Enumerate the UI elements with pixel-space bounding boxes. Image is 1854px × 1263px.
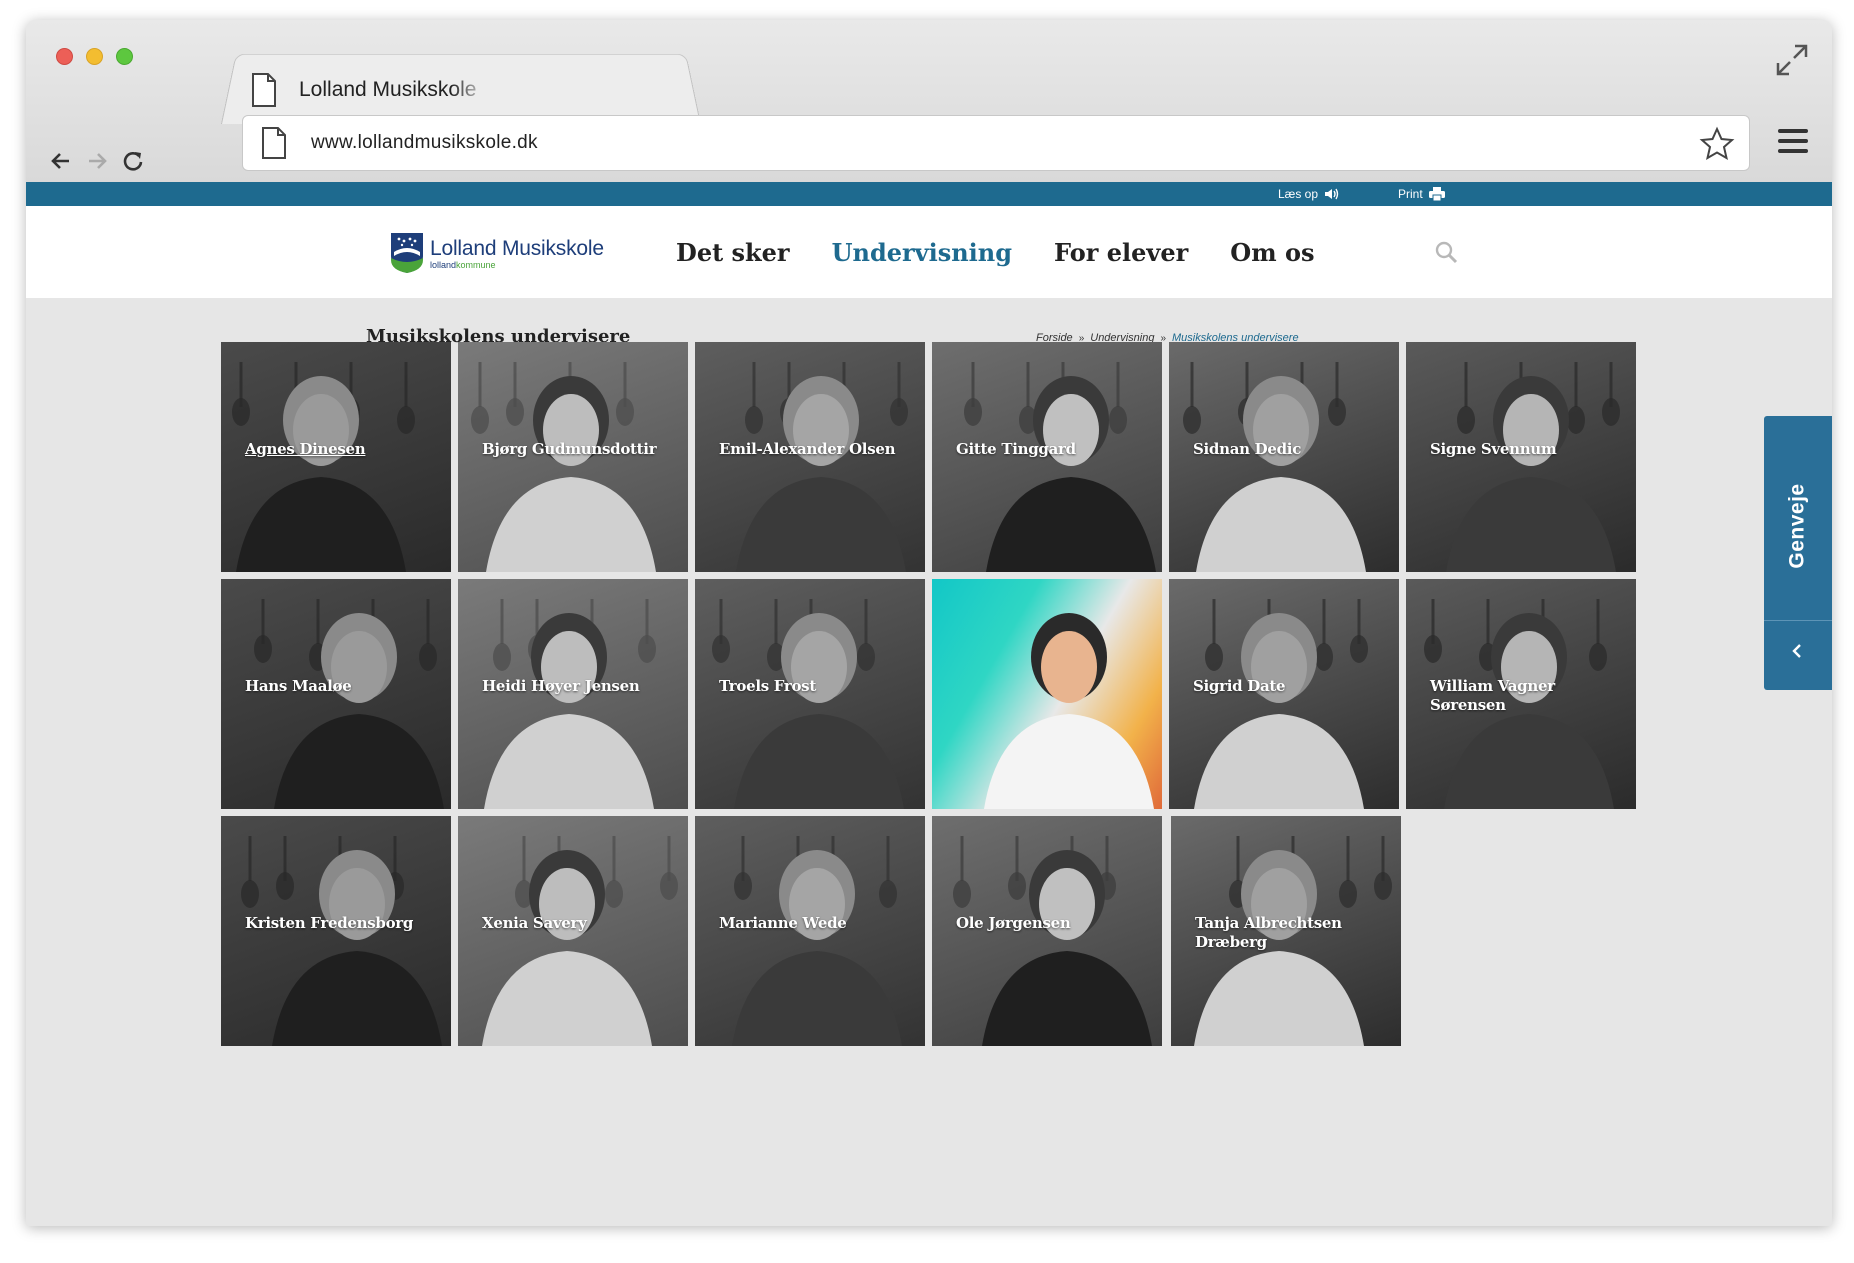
teacher-name[interactable]: Bjørg Gudmunsdottir bbox=[482, 440, 682, 459]
teacher-name[interactable]: Gitte Tinggard bbox=[956, 440, 1156, 459]
logo-sub-suffix: kommune bbox=[456, 259, 496, 270]
browser-chrome: Lolland Musikskole www.lollandmusikskole… bbox=[26, 20, 1832, 182]
teacher-name[interactable]: Sigrid Date bbox=[1193, 677, 1393, 696]
nav-item-undervisning[interactable]: Undervisning bbox=[832, 238, 1012, 267]
nav-item-det-sker[interactable]: Det sker bbox=[676, 238, 790, 267]
print-link[interactable]: Print bbox=[1398, 182, 1445, 206]
teacher-photo bbox=[984, 613, 1154, 809]
read-aloud-label: Læs op bbox=[1278, 187, 1319, 201]
teacher-card[interactable]: Hans Maaløe bbox=[221, 579, 451, 809]
teacher-name[interactable]: Agnes Dinesen bbox=[245, 440, 445, 459]
read-aloud-link[interactable]: Læs op bbox=[1278, 182, 1340, 206]
forward-button[interactable] bbox=[84, 148, 110, 174]
website: Læs op Print Lolland Musikskole lollandk… bbox=[26, 182, 1832, 1226]
teacher-name[interactable]: Tanja Albrechtsen Dræberg bbox=[1195, 914, 1395, 952]
teacher-card[interactable]: Agnes Dinesen bbox=[221, 342, 451, 572]
star-icon[interactable] bbox=[1699, 126, 1735, 162]
back-button[interactable] bbox=[48, 148, 74, 174]
teacher-card[interactable]: Kristen Fredensborg bbox=[221, 816, 451, 1046]
shortcuts-label-wrap: Genveje bbox=[1764, 456, 1832, 596]
reload-button[interactable] bbox=[120, 148, 146, 174]
teacher-name[interactable]: Sidnan Dedic bbox=[1193, 440, 1393, 459]
address-bar[interactable]: www.lollandmusikskole.dk bbox=[242, 115, 1750, 171]
teacher-card[interactable]: Sidnan Dedic bbox=[1169, 342, 1399, 572]
teacher-name[interactable]: Kristen Fredensborg bbox=[245, 914, 445, 933]
close-window-button[interactable] bbox=[56, 48, 73, 65]
tab-title: Lolland Musikskole bbox=[299, 78, 477, 101]
url-text: www.lollandmusikskole.dk bbox=[311, 132, 538, 153]
teacher-card[interactable]: Marianne Wede bbox=[695, 816, 925, 1046]
print-label: Print bbox=[1398, 187, 1423, 201]
shortcuts-label: Genveje bbox=[1786, 483, 1809, 569]
chevron-left-icon[interactable] bbox=[1790, 642, 1804, 660]
teacher-card[interactable]: Gitte Tinggard bbox=[932, 342, 1162, 572]
logo-sub-prefix: lolland bbox=[430, 259, 457, 270]
teacher-name[interactable]: Troels Frost bbox=[719, 677, 919, 696]
minimize-window-button[interactable] bbox=[86, 48, 103, 65]
back-arrow-icon bbox=[51, 153, 69, 169]
nav-item-for-elever[interactable]: For elever bbox=[1054, 238, 1188, 267]
main-navigation: Det sker Undervisning For elever Om os bbox=[676, 206, 1356, 298]
browser-tab-content: Lolland Musikskole bbox=[251, 60, 489, 120]
reload-icon bbox=[123, 152, 143, 171]
shortcuts-divider bbox=[1764, 620, 1832, 621]
teacher-card[interactable]: Emil-Alexander Olsen bbox=[695, 342, 925, 572]
document-icon bbox=[262, 127, 286, 159]
teacher-card[interactable]: Troels Frost bbox=[695, 579, 925, 809]
logo-shield-icon bbox=[391, 233, 423, 273]
teacher-name[interactable]: Ole Jørgensen bbox=[956, 914, 1156, 933]
teacher-card[interactable]: William Vagner Sørensen bbox=[1406, 579, 1636, 809]
document-icon bbox=[252, 73, 276, 107]
teacher-card[interactable]: Xenia Savery bbox=[458, 816, 688, 1046]
teacher-card[interactable]: Signe Svennum bbox=[1406, 342, 1636, 572]
browser-window: Lolland Musikskole www.lollandmusikskole… bbox=[26, 20, 1832, 1226]
teacher-card[interactable]: Ole Jørgensen bbox=[932, 816, 1162, 1046]
utility-bar: Læs op Print bbox=[26, 182, 1832, 206]
hamburger-menu-icon[interactable] bbox=[1778, 126, 1808, 156]
printer-icon bbox=[1428, 187, 1445, 201]
teacher-name[interactable]: Emil-Alexander Olsen bbox=[719, 440, 919, 459]
forward-arrow-icon bbox=[89, 153, 107, 169]
expand-icon[interactable] bbox=[1774, 42, 1810, 78]
shortcuts-panel[interactable]: Genveje bbox=[1764, 416, 1832, 690]
site-header: Lolland Musikskole lollandkommune Det sk… bbox=[26, 206, 1832, 298]
teacher-name[interactable]: Hans Maaløe bbox=[245, 677, 445, 696]
site-logo[interactable]: Lolland Musikskole lollandkommune bbox=[390, 232, 604, 274]
teacher-card[interactable]: Sigrid Date bbox=[1169, 579, 1399, 809]
teacher-name[interactable]: Marianne Wede bbox=[719, 914, 919, 933]
teacher-name[interactable]: Signe Svennum bbox=[1430, 440, 1630, 459]
logo-name: Lolland Musikskole bbox=[430, 236, 604, 260]
teacher-name[interactable]: Heidi Høyer Jensen bbox=[482, 677, 682, 696]
teacher-card[interactable] bbox=[932, 579, 1162, 809]
logo-text: Lolland Musikskole lollandkommune bbox=[430, 237, 604, 270]
nav-item-om-os[interactable]: Om os bbox=[1230, 238, 1314, 267]
teacher-card[interactable]: Tanja Albrechtsen Dræberg bbox=[1171, 816, 1401, 1046]
teacher-card[interactable]: Heidi Høyer Jensen bbox=[458, 579, 688, 809]
maximize-window-button[interactable] bbox=[116, 48, 133, 65]
teacher-name[interactable]: William Vagner Sørensen bbox=[1430, 677, 1630, 715]
teacher-name[interactable]: Xenia Savery bbox=[482, 914, 682, 933]
logo-subtitle: lollandkommune bbox=[430, 260, 604, 270]
teacher-card[interactable]: Bjørg Gudmunsdottir bbox=[458, 342, 688, 572]
speaker-icon bbox=[1325, 188, 1339, 200]
search-icon[interactable] bbox=[1434, 240, 1458, 264]
